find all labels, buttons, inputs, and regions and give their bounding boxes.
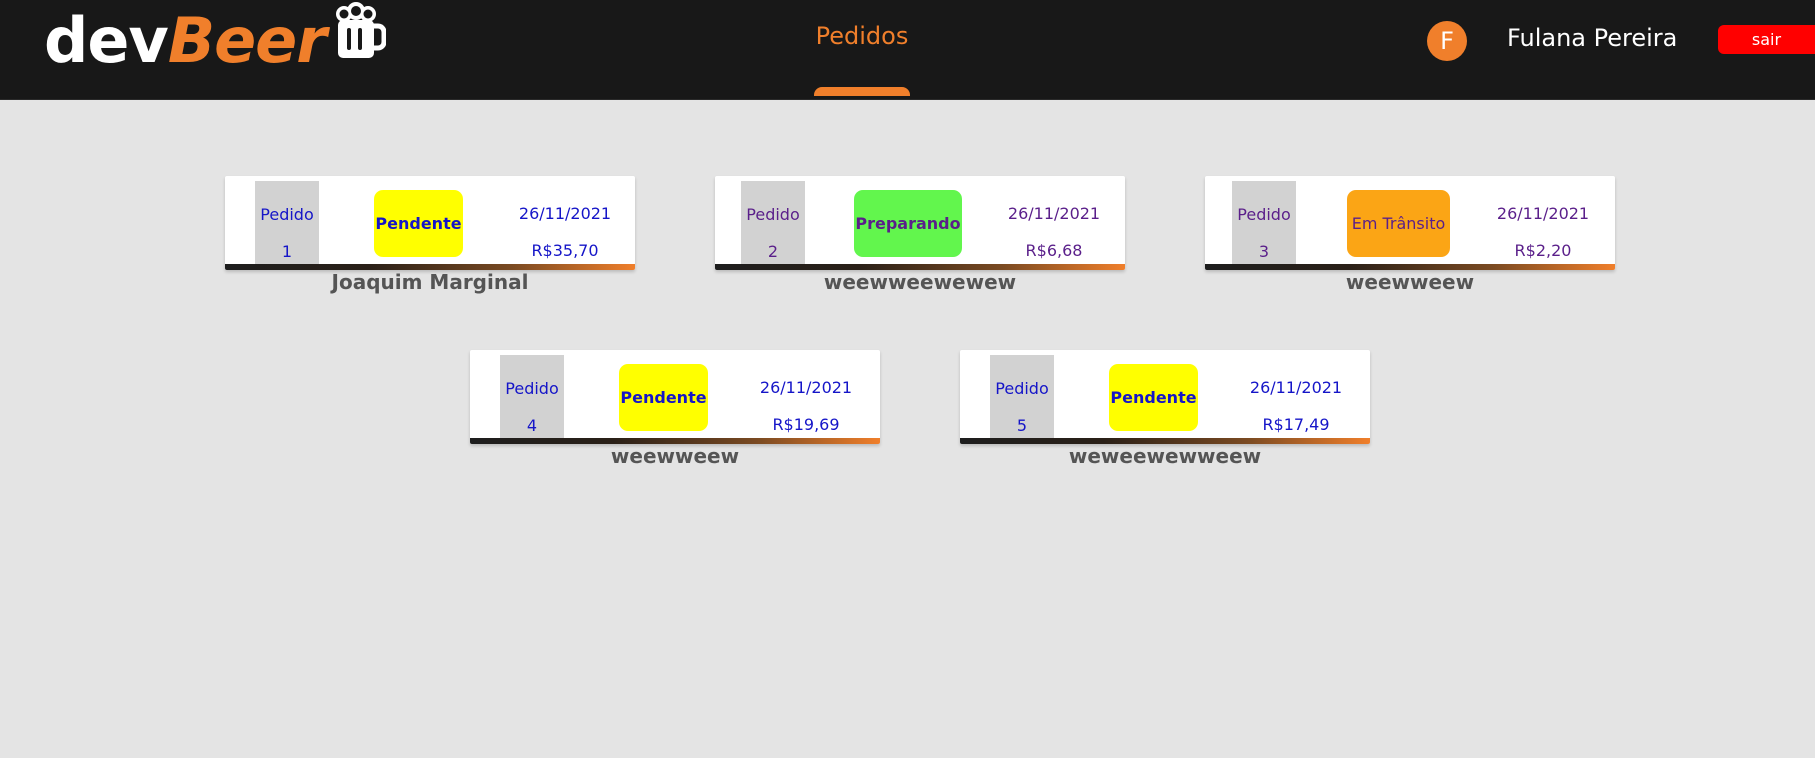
logo[interactable]: dev Beer — [44, 2, 386, 77]
order-card-4[interactable]: Pedido 4 Pendente 26/11/2021 R$19,69 wee… — [470, 350, 880, 470]
customer-name: weewweewewew — [823, 270, 1017, 294]
order-label: Pedido — [260, 205, 314, 224]
order-card-5[interactable]: Pedido 5 Pendente 26/11/2021 R$17,49 wew… — [960, 350, 1370, 470]
status-badge: Em Trânsito — [1347, 190, 1450, 257]
order-number: 1 — [281, 242, 293, 261]
order-number: 2 — [767, 242, 779, 261]
status-badge: Pendente — [1109, 364, 1198, 431]
order-label: Pedido — [505, 379, 559, 398]
order-id-box: Pedido 1 — [255, 181, 319, 264]
order-card-body: Pedido 3 Em Trânsito 26/11/2021 R$2,20 — [1205, 176, 1615, 270]
order-card-body: Pedido 1 Pendente 26/11/2021 R$35,70 — [225, 176, 635, 270]
beer-mug-icon — [335, 2, 386, 58]
order-price: R$2,20 — [1514, 241, 1572, 260]
order-price: R$6,68 — [1025, 241, 1083, 260]
order-id-box: Pedido 4 — [500, 355, 564, 438]
avatar[interactable]: F — [1427, 21, 1467, 61]
order-card-1[interactable]: Pedido 1 Pendente 26/11/2021 R$35,70 Joa… — [225, 176, 635, 296]
orders-list: Pedido 1 Pendente 26/11/2021 R$35,70 Joa… — [0, 100, 1815, 758]
user-name: Fulana Pereira — [1507, 24, 1678, 52]
customer-name: weewweew — [610, 444, 740, 468]
order-date: 26/11/2021 — [1249, 378, 1343, 397]
logo-text-beer: Beer — [167, 4, 327, 77]
order-id-box: Pedido 3 — [1232, 181, 1296, 264]
status-badge: Pendente — [374, 190, 463, 257]
order-label: Pedido — [995, 379, 1049, 398]
active-tab-indicator — [814, 87, 910, 96]
order-date: 26/11/2021 — [1007, 204, 1101, 223]
order-number: 4 — [526, 416, 538, 435]
order-date: 26/11/2021 — [518, 204, 612, 223]
order-label: Pedido — [1237, 205, 1291, 224]
status-badge: Pendente — [619, 364, 708, 431]
logo-text-dev: dev — [44, 4, 169, 77]
order-label: Pedido — [746, 205, 800, 224]
order-price: R$17,49 — [1262, 415, 1330, 434]
order-price: R$35,70 — [531, 241, 599, 260]
tab-pedidos-label: Pedidos — [815, 22, 909, 50]
order-id-box: Pedido 5 — [990, 355, 1054, 438]
order-card-3[interactable]: Pedido 3 Em Trânsito 26/11/2021 R$2,20 w… — [1205, 176, 1615, 296]
order-date: 26/11/2021 — [759, 378, 853, 397]
order-price: R$19,69 — [772, 415, 840, 434]
top-navbar: dev Beer Pedidos F Fulana Pereira sair — [0, 0, 1815, 100]
customer-name: weweewewweew — [1068, 444, 1262, 468]
status-badge: Preparando — [854, 190, 962, 257]
order-card-2[interactable]: Pedido 2 Preparando 26/11/2021 R$6,68 we… — [715, 176, 1125, 296]
order-number: 5 — [1016, 416, 1028, 435]
order-card-body: Pedido 5 Pendente 26/11/2021 R$17,49 — [960, 350, 1370, 444]
order-id-box: Pedido 2 — [741, 181, 805, 264]
order-date: 26/11/2021 — [1496, 204, 1590, 223]
order-card-body: Pedido 4 Pendente 26/11/2021 R$19,69 — [470, 350, 880, 444]
order-card-body: Pedido 2 Preparando 26/11/2021 R$6,68 — [715, 176, 1125, 270]
tab-pedidos[interactable]: Pedidos — [800, 0, 924, 96]
customer-name: weewweew — [1345, 270, 1475, 294]
order-number: 3 — [1258, 242, 1270, 261]
customer-name: Joaquim Marginal — [331, 270, 529, 294]
logout-button[interactable]: sair — [1718, 25, 1815, 54]
